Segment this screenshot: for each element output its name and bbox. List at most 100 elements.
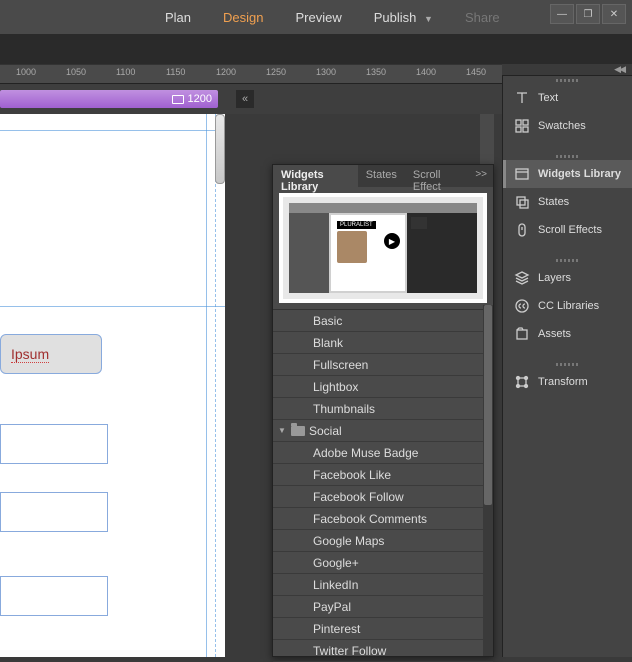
guide-line[interactable]	[0, 130, 225, 131]
dock-panel-transform[interactable]: Transform	[503, 368, 632, 396]
dock-panel-layers[interactable]: Layers	[503, 264, 632, 292]
dock-panel-scroll-effects[interactable]: Scroll Effects	[503, 216, 632, 244]
transform-icon	[514, 374, 530, 390]
ruler-tick: 1000	[16, 67, 36, 77]
text-icon	[514, 90, 530, 106]
minimize-button[interactable]: —	[550, 4, 574, 24]
dock-panel-widgets-library[interactable]: Widgets Library	[503, 160, 632, 188]
widget-item[interactable]: Facebook Follow	[273, 486, 493, 508]
panel-group-grip[interactable]	[503, 152, 632, 160]
panel-separator	[503, 396, 632, 408]
widget-item[interactable]: Fullscreen	[273, 354, 493, 376]
panel-separator	[503, 348, 632, 360]
horizontal-ruler[interactable]: 1000105011001150120012501300135014001450	[0, 64, 502, 84]
breakpoint-collapse-button[interactable]: «	[236, 90, 254, 108]
widget-item[interactable]: Lightbox	[273, 376, 493, 398]
widget-item[interactable]: Basic	[273, 310, 493, 332]
widgets-scrollbar[interactable]	[483, 305, 493, 656]
widget-item-label: LinkedIn	[313, 578, 358, 592]
dock-panel-assets[interactable]: Assets	[503, 320, 632, 348]
breakpoint-label: 1200	[188, 93, 212, 105]
assets-icon	[514, 326, 530, 342]
widgets-icon	[514, 166, 530, 182]
widget-preview: PLURALIST ▶	[279, 193, 487, 303]
widget-item-label: Blank	[313, 336, 343, 350]
widget-item[interactable]: Thumbnails	[273, 398, 493, 420]
panel-separator	[503, 244, 632, 256]
selected-text-frame[interactable]: Ipsum	[0, 334, 102, 374]
play-icon: ▶	[384, 233, 400, 249]
dock-panel-label: Layers	[538, 272, 571, 284]
widget-item-label: Basic	[313, 314, 342, 328]
widget-item[interactable]: LinkedIn	[273, 574, 493, 596]
ruler-tick: 1200	[216, 67, 236, 77]
ruler-tick: 1400	[416, 67, 436, 77]
swatches-icon	[514, 118, 530, 134]
panel-group-grip[interactable]	[503, 76, 632, 84]
breakpoint-segment[interactable]: 1200	[0, 90, 218, 108]
widget-item-label: Fullscreen	[313, 358, 368, 372]
menu-design[interactable]: Design	[223, 10, 263, 25]
ruler-tick: 1350	[366, 67, 386, 77]
tab-states[interactable]: States	[358, 165, 405, 187]
dock-panel-cc-libraries[interactable]: CC Libraries	[503, 292, 632, 320]
widget-item[interactable]: Facebook Comments	[273, 508, 493, 530]
empty-frame[interactable]	[0, 492, 108, 532]
widget-item-label: Social	[309, 424, 342, 438]
restore-button[interactable]: ❐	[576, 4, 600, 24]
cc-icon	[514, 298, 530, 314]
ruler-tick: 1100	[116, 67, 135, 77]
toolbar-strip	[0, 34, 632, 64]
ruler-tick: 1450	[466, 67, 486, 77]
widget-item[interactable]: Google Maps	[273, 530, 493, 552]
dock-panel-states[interactable]: States	[503, 188, 632, 216]
tab-scroll-effect[interactable]: Scroll Effect	[405, 165, 469, 187]
widget-item[interactable]: PayPal	[273, 596, 493, 618]
dock-panel-label: Transform	[538, 376, 588, 388]
widgets-library-panel: Widgets Library States Scroll Effect >> …	[272, 164, 494, 657]
panel-group-grip[interactable]	[503, 360, 632, 368]
layers-icon	[514, 270, 530, 286]
top-menubar: Plan Design Preview Publish ▼ Share — ❐ …	[0, 0, 632, 34]
tab-widgets-library[interactable]: Widgets Library	[273, 165, 358, 187]
dock-panel-label: Text	[538, 92, 558, 104]
dock-panel-text[interactable]: Text	[503, 84, 632, 112]
panel-separator	[503, 140, 632, 152]
widget-item-label: Adobe Muse Badge	[313, 446, 418, 460]
widget-item-label: PayPal	[313, 600, 351, 614]
panel-group-grip[interactable]	[503, 256, 632, 264]
guide-line[interactable]	[206, 114, 207, 657]
widget-item[interactable]: Pinterest	[273, 618, 493, 640]
breakpoint-bar: 1200 «	[0, 84, 502, 114]
widget-category[interactable]: ▼Social	[273, 420, 493, 442]
widget-item-label: Pinterest	[313, 622, 360, 636]
textframe-content: Ipsum	[11, 346, 49, 363]
widget-item[interactable]: Google+	[273, 552, 493, 574]
scroll-icon	[514, 222, 530, 238]
guide-line[interactable]	[215, 114, 216, 657]
guide-line[interactable]	[0, 306, 225, 307]
dock-collapse-row[interactable]: ◀◀	[502, 64, 632, 76]
ruler-tick: 1150	[166, 67, 185, 77]
design-canvas[interactable]: Ipsum	[0, 114, 225, 657]
panel-flyout-button[interactable]: >>	[469, 165, 493, 187]
dock-panel-label: Assets	[538, 328, 571, 340]
scrollbar-thumb[interactable]	[484, 305, 492, 505]
folder-icon	[291, 426, 305, 436]
widget-item-label: Facebook Follow	[313, 490, 404, 504]
widget-item[interactable]: Blank	[273, 332, 493, 354]
widget-item[interactable]: Facebook Like	[273, 464, 493, 486]
widget-item[interactable]: Adobe Muse Badge	[273, 442, 493, 464]
canvas-edge-handle[interactable]	[215, 114, 225, 184]
widget-item[interactable]: Twitter Follow	[273, 640, 493, 662]
desktop-icon	[172, 95, 184, 104]
close-button[interactable]: ✕	[602, 4, 626, 24]
empty-frame[interactable]	[0, 576, 108, 616]
window-controls: — ❐ ✕	[550, 4, 626, 24]
menu-preview[interactable]: Preview	[296, 10, 342, 25]
empty-frame[interactable]	[0, 424, 108, 464]
dock-panel-swatches[interactable]: Swatches	[503, 112, 632, 140]
menu-publish[interactable]: Publish ▼	[374, 10, 433, 25]
widget-item-label: Google+	[313, 556, 359, 570]
menu-plan[interactable]: Plan	[165, 10, 191, 25]
